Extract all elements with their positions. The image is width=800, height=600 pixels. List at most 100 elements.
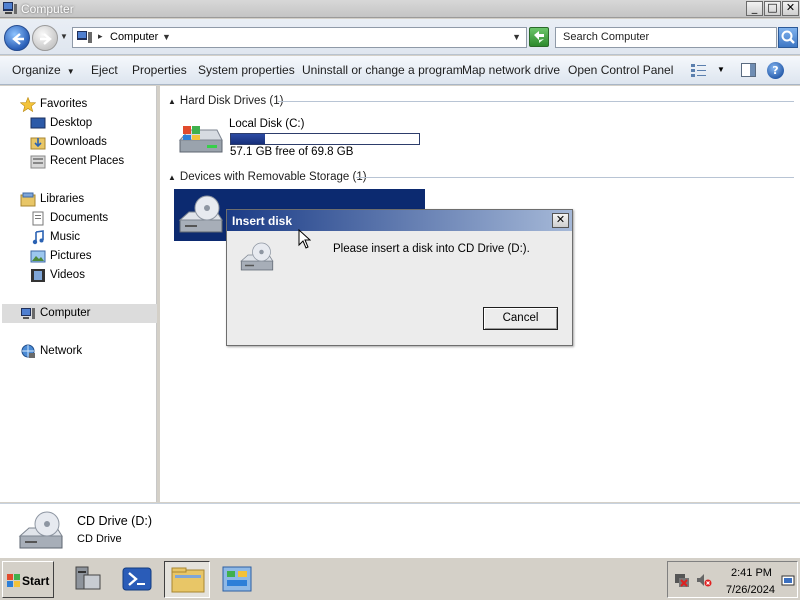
breadcrumb-separator[interactable]: ▸ [98,31,103,42]
computer-icon [77,31,92,43]
mouse-cursor-icon [298,229,311,249]
cd-drive-icon [178,195,223,233]
forward-button[interactable] [32,25,58,51]
sidebar-label: Videos [50,269,85,281]
forward-arrow-icon [40,33,52,45]
documents-icon [32,211,44,226]
map-network-drive-button[interactable]: Map network drive [462,63,560,77]
minimize-button[interactable]: _ [746,1,763,16]
videos-icon [31,269,45,282]
group-header-hard-disk[interactable]: ▲ Hard Disk Drives (1) [168,95,283,107]
organize-menu[interactable]: Organize ▼ [12,63,75,77]
sidebar-label: Recent Places [50,155,125,167]
cd-drive-icon [18,511,63,549]
clock-time[interactable]: 2:41 PM [731,567,772,579]
taskbar-control-panel[interactable] [214,561,260,598]
sidebar-label: Documents [50,212,109,224]
back-button[interactable] [4,25,30,51]
star-icon [20,97,36,112]
taskbar-powershell[interactable] [114,561,160,598]
refresh-button[interactable] [529,27,549,47]
computer-icon [21,308,35,319]
back-arrow-icon [12,33,24,45]
hard-drive-icon[interactable] [177,122,225,160]
taskbar: Start 2:41 PM 7/26/2024 [0,557,800,600]
desktop-icon [30,117,46,129]
window-title: Computer [21,2,74,16]
taskbar-windows-explorer[interactable] [164,561,210,598]
refresh-icon [534,31,544,43]
details-pane: CD Drive (D:) CD Drive [0,503,800,557]
window-titlebar[interactable]: Computer _ □ ✕ [0,0,800,18]
taskbar-server-manager[interactable] [64,561,110,598]
downloads-folder-icon [30,137,46,150]
computer-icon [3,2,17,14]
preview-pane-icon[interactable] [741,63,756,77]
navigation-pane: Favorites Desktop Downloads Recent Place… [0,86,157,502]
breadcrumb-computer[interactable]: Computer [110,31,158,43]
pictures-icon [30,250,46,263]
command-bar: Organize ▼ Eject Properties System proper… [0,56,800,85]
volume-muted-icon[interactable] [696,572,712,588]
dialog-title: Insert disk [232,214,293,228]
disk-free-text: 57.1 GB free of 69.8 GB [230,146,354,158]
libraries-icon [20,192,36,207]
close-button[interactable]: ✕ [782,1,799,16]
sidebar-label: Music [50,231,81,243]
start-button[interactable]: Start [2,561,54,598]
dialog-titlebar[interactable]: Insert disk ✕ [227,210,572,231]
change-view-icon[interactable] [690,62,708,78]
windows-flag-icon [7,574,20,587]
open-control-panel-button[interactable]: Open Control Panel [568,63,673,77]
breadcrumb-dropdown[interactable]: ▼ [162,32,171,42]
powershell-icon [122,567,152,591]
local-disk-label[interactable]: Local Disk (C:) [229,118,304,130]
system-properties-button[interactable]: System properties [198,63,295,77]
search-icon [781,30,795,44]
view-options-dropdown[interactable]: ▼ [717,65,725,74]
group-header-label: Hard Disk Drives (1) [179,95,284,107]
server-manager-icon [75,566,101,590]
insert-disk-dialog: Insert disk ✕ Please insert a disk into … [226,209,573,346]
notification-area: 2:41 PM 7/26/2024 [667,561,798,598]
sidebar-label: Network [40,345,83,357]
help-icon[interactable]: ? [767,62,784,79]
cancel-button[interactable]: Cancel [483,307,558,330]
control-panel-icon [222,566,252,592]
address-history-dropdown[interactable]: ▼ [512,32,521,42]
sidebar-label: Pictures [50,250,92,262]
chevron-down-icon: ▼ [66,67,75,76]
dialog-message: Please insert a disk into CD Drive (D:). [333,243,530,255]
recent-places-icon [30,155,46,169]
organize-label: Organize [12,63,61,77]
search-button[interactable] [778,27,798,48]
disk-usage-bar [230,133,420,145]
group-header-label: Devices with Removable Storage (1) [179,171,367,183]
properties-button[interactable]: Properties [132,63,187,77]
uninstall-program-button[interactable]: Uninstall or change a program [302,63,463,77]
address-bar: ▼ ▸ Computer ▼ ▼ Search Computer [0,19,800,55]
address-field[interactable]: ▸ Computer ▼ ▼ [72,27,527,48]
network-icon [21,344,35,358]
sidebar-label: Downloads [50,136,107,148]
windows-explorer-icon [171,567,205,593]
sidebar-label: Libraries [40,193,85,205]
group-divider [278,101,794,102]
recent-pages-dropdown[interactable]: ▼ [60,32,68,41]
show-desktop-icon[interactable] [781,574,795,588]
eject-button[interactable]: Eject [91,63,118,77]
collapse-triangle-icon: ▲ [168,97,176,106]
search-input[interactable]: Search Computer [555,27,777,48]
cd-drive-icon [240,242,274,271]
details-item-name: CD Drive (D:) [77,514,152,528]
clock-date[interactable]: 7/26/2024 [726,584,775,596]
disk-usage-fill [231,134,265,144]
group-divider [356,177,794,178]
dialog-close-button[interactable]: ✕ [552,213,569,228]
sidebar-label: Favorites [40,98,88,110]
group-header-removable[interactable]: ▲ Devices with Removable Storage (1) [168,171,367,183]
maximize-button[interactable]: □ [764,1,781,16]
network-status-icon[interactable] [674,572,690,588]
sidebar-label: Computer [40,307,91,319]
details-item-type: CD Drive [77,533,122,545]
